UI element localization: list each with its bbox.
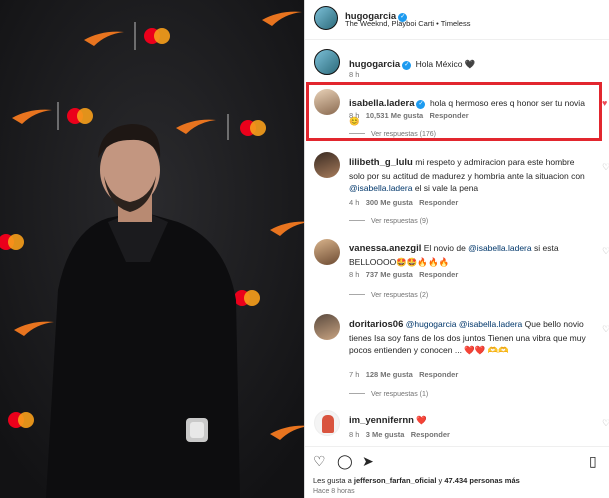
likes-mid: y <box>438 476 443 485</box>
view-replies[interactable]: Ver respuestas (9) <box>349 218 428 225</box>
likes-count[interactable]: 47.434 personas más <box>444 476 519 485</box>
heart-icon[interactable]: ♥ <box>602 98 607 108</box>
comment-meta: 8 h 3 Me gusta Responder <box>349 430 450 439</box>
caption-username[interactable]: hugogarcia <box>349 59 400 70</box>
comment-body: doritarios06 @hugogarcia @isabella.lader… <box>349 318 597 357</box>
comment-body: lilibeth_g_lulu mi respeto y admiracion … <box>349 156 585 195</box>
view-replies[interactable]: Ver respuestas (1) <box>349 391 428 398</box>
likes-user[interactable]: jefferson_farfan_oficial <box>354 476 437 485</box>
reply-button[interactable]: Responder <box>419 198 458 207</box>
comment-username[interactable]: isabella.ladera <box>349 98 414 109</box>
comment-username[interactable]: vanessa.anezgil <box>349 243 421 254</box>
replies-line <box>349 133 365 134</box>
heart-outline-icon[interactable]: ♡ <box>602 324 609 335</box>
replies-line <box>349 393 365 394</box>
comment-meta: 7 h 128 Me gusta Responder <box>349 370 458 379</box>
reply-button[interactable]: Responder <box>411 430 450 439</box>
comment-username[interactable]: im_yennifernn <box>349 415 414 426</box>
comment-mention[interactable]: @hugogarcia @isabella.ladera <box>406 319 523 329</box>
comment-avatar[interactable] <box>314 152 340 178</box>
comment-likes[interactable]: 3 Me gusta <box>366 430 405 439</box>
comment-time: 8 h <box>349 111 360 120</box>
view-replies-label: Ver respuestas (176) <box>371 131 436 138</box>
view-replies[interactable]: Ver respuestas (176) <box>349 131 436 138</box>
view-replies-label: Ver respuestas (1) <box>371 391 429 398</box>
caption-time: 8 h <box>349 70 360 79</box>
replies-line <box>349 220 365 221</box>
comment-text: ❤️ <box>416 415 427 425</box>
view-replies-label: Ver respuestas (2) <box>371 292 429 299</box>
comment-time: 7 h <box>349 370 360 379</box>
post-photo[interactable] <box>0 0 304 498</box>
likes-prefix: Les gusta a <box>313 476 352 485</box>
comment-avatar[interactable] <box>314 239 340 265</box>
heart-outline-icon[interactable]: ♡ <box>602 418 609 429</box>
caption-text: Hola México 🖤 <box>415 59 476 69</box>
comment-text: El novio de <box>423 243 466 253</box>
comment-likes[interactable]: 300 Me gusta <box>366 198 413 207</box>
view-replies[interactable]: Ver respuestas (2) <box>349 292 428 299</box>
comment-meta: 8 h 10,531 Me gusta Responder <box>349 111 469 120</box>
likes-summary: Les gusta a jefferson_farfan_oficial y 4… <box>313 476 607 485</box>
verified-icon: ✓ <box>402 61 412 70</box>
comment-avatar[interactable] <box>314 410 340 436</box>
reply-button[interactable]: Responder <box>430 111 469 120</box>
comment-avatar[interactable] <box>314 89 340 115</box>
heart-outline-icon[interactable]: ♡ <box>602 246 609 257</box>
comments-panel: hugogarcia ✓ The Weeknd, Playboi Carti • … <box>304 0 609 498</box>
comment-username[interactable]: doritarios06 <box>349 319 403 330</box>
comment-meta: 8 h 737 Me gusta Responder <box>349 270 458 279</box>
comment-mention[interactable]: @isabella.ladera <box>349 183 412 193</box>
comment-avatar[interactable] <box>314 314 340 340</box>
replies-line <box>349 294 365 295</box>
comment-username[interactable]: lilibeth_g_lulu <box>349 157 413 168</box>
verified-icon: ✓ <box>416 100 426 109</box>
post-actions: ♡ ◯ ➤ ▯ Les gusta a jefferson_farfan_ofi… <box>305 446 609 498</box>
share-icon[interactable]: ➤ <box>362 453 374 470</box>
photo-illustration <box>0 0 304 498</box>
comment-likes[interactable]: 128 Me gusta <box>366 370 413 379</box>
comment-likes[interactable]: 10,531 Me gusta <box>366 111 424 120</box>
avatar-figure <box>322 415 334 433</box>
comment-body: vanessa.anezgil El novio de @isabella.la… <box>349 242 585 268</box>
post-time: Hace 8 horas <box>313 488 355 495</box>
comment-body: im_yennifernn ❤️ <box>349 414 427 428</box>
save-icon[interactable]: ▯ <box>589 453 597 470</box>
comment-text: el si vale la pena <box>414 183 479 193</box>
reply-button[interactable]: Responder <box>419 370 458 379</box>
comment-mention[interactable]: @isabella.ladera <box>468 243 531 253</box>
comment-icon[interactable]: ◯ <box>337 453 353 470</box>
comment-time: 8 h <box>349 270 360 279</box>
reply-button[interactable]: Responder <box>419 270 458 279</box>
comment-time: 8 h <box>349 430 360 439</box>
caption-avatar[interactable] <box>314 49 340 75</box>
comment-meta: 4 h 300 Me gusta Responder <box>349 198 458 207</box>
heart-outline-icon[interactable]: ♡ <box>602 162 609 173</box>
author-avatar[interactable] <box>314 6 338 30</box>
comment-time: 4 h <box>349 198 360 207</box>
audio-info[interactable]: The Weeknd, Playboi Carti • Timeless <box>345 19 470 28</box>
post-header: hugogarcia ✓ The Weeknd, Playboi Carti • … <box>305 0 609 40</box>
comment-likes[interactable]: 737 Me gusta <box>366 270 413 279</box>
view-replies-label: Ver respuestas (9) <box>371 218 429 225</box>
like-icon[interactable]: ♡ <box>313 453 326 470</box>
